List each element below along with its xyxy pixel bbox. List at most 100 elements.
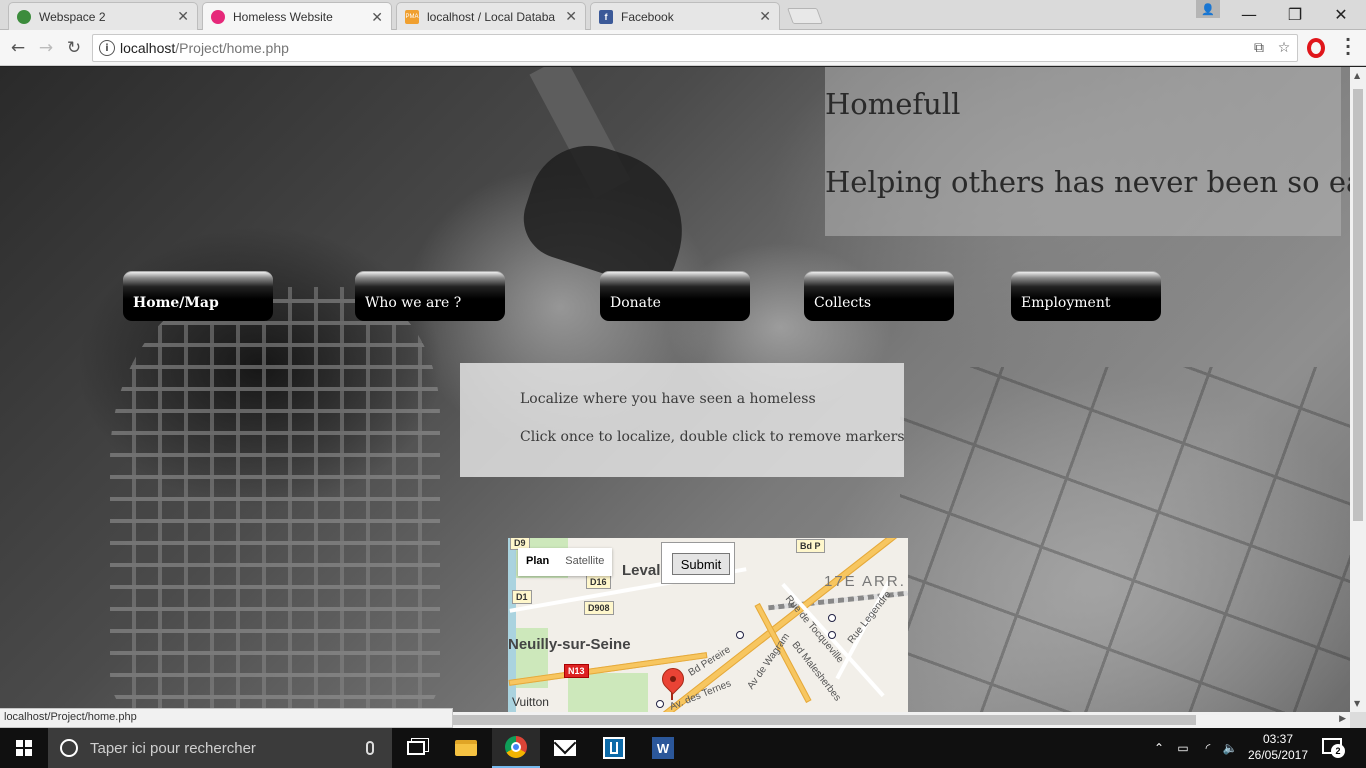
search-placeholder: Taper ici pour rechercher <box>90 739 256 757</box>
google-map[interactable]: Levallois Neuilly-sur-Seine 17E ARR. Vui… <box>508 538 908 712</box>
instructions-panel: Localize where you have seen a homeless … <box>460 363 905 477</box>
clock-time: 03:37 <box>1262 732 1294 746</box>
scroll-right-icon[interactable]: ▶ <box>1339 714 1346 724</box>
scroll-up-icon[interactable]: ▲ <box>1354 71 1360 80</box>
windows-taskbar: Taper ici pour rechercher W ⌃ ▭ ◜ 🔈 03:3… <box>0 728 1366 768</box>
wifi-icon[interactable]: ◜ <box>1198 728 1218 768</box>
map-type-satellite[interactable]: Satellite <box>557 548 612 576</box>
nav-who-we-are[interactable]: Who we are ? <box>355 271 505 321</box>
tab-title: Homeless Website <box>233 10 333 24</box>
vertical-scrollbar[interactable]: ▲ ▼ <box>1350 67 1366 712</box>
minimize-button[interactable]: — <box>1226 0 1272 28</box>
task-view-icon <box>407 741 425 755</box>
word-icon: W <box>652 737 674 759</box>
notification-badge: 2 <box>1331 744 1345 758</box>
close-icon[interactable]: ✕ <box>565 8 577 25</box>
mail-button[interactable] <box>541 728 589 768</box>
map-label-vuitton: Vuitton <box>512 695 549 709</box>
new-tab-button[interactable] <box>787 8 823 24</box>
tab-title: localhost / Local Databa <box>427 9 556 24</box>
scrollbar-corner <box>1350 712 1366 728</box>
nav-employment[interactable]: Employment <box>1011 271 1161 321</box>
scroll-down-icon[interactable]: ▼ <box>1354 699 1360 708</box>
facebook-icon: f <box>599 9 613 24</box>
chrome-button[interactable] <box>492 728 540 768</box>
map-type-control: Plan Satellite <box>518 548 613 576</box>
opera-extension-icon[interactable] <box>1307 38 1325 58</box>
app-icon <box>603 737 625 759</box>
metro-station-icon <box>828 631 836 639</box>
road-shield: D908 <box>584 601 614 615</box>
road-shield: Bd P <box>796 539 825 553</box>
background-photo-pavement <box>900 367 1350 712</box>
battery-icon[interactable]: ▭ <box>1172 728 1194 768</box>
nav-home-map[interactable]: Home/Map <box>123 271 273 321</box>
site-header: Homefull Helping others has never been s… <box>825 67 1350 236</box>
close-window-button[interactable]: ✕ <box>1318 0 1364 28</box>
app-button[interactable] <box>590 728 638 768</box>
back-arrow-icon[interactable]: ← <box>8 38 28 58</box>
show-hidden-icons-chevron-icon[interactable]: ⌃ <box>1150 728 1168 768</box>
map-label-neuilly: Neuilly-sur-Seine <box>508 636 631 653</box>
info-icon[interactable]: i <box>99 40 115 56</box>
forward-arrow-icon[interactable]: → <box>36 38 56 58</box>
start-button[interactable] <box>0 728 48 768</box>
map-label-17e: 17E ARR. <box>824 573 906 590</box>
taskbar-clock[interactable]: 03:37 26/05/2017 <box>1240 731 1316 763</box>
url-host: localhost <box>120 40 176 56</box>
word-button[interactable]: W <box>639 728 687 768</box>
file-explorer-button[interactable] <box>442 728 490 768</box>
close-icon[interactable]: ✕ <box>759 8 771 25</box>
taskbar-search[interactable]: Taper ici pour rechercher <box>48 728 392 768</box>
instructions-line-2: Click once to localize, double click to … <box>520 429 905 445</box>
address-bar[interactable]: i localhost/Project/home.php ⧉ ☆ <box>92 34 1298 62</box>
mail-icon <box>554 740 576 756</box>
background-photo-person <box>110 287 440 712</box>
reload-icon[interactable]: ↻ <box>64 38 84 58</box>
profile-icon[interactable]: 👤 <box>1196 0 1220 18</box>
cortana-icon <box>60 739 78 757</box>
microphone-icon[interactable] <box>366 741 374 755</box>
close-icon[interactable]: ✕ <box>371 9 383 26</box>
tab-facebook[interactable]: f Facebook ✕ <box>590 2 780 30</box>
close-icon[interactable]: ✕ <box>177 8 189 25</box>
tab-homeless-website[interactable]: Homeless Website ✕ <box>202 2 392 31</box>
map-park <box>568 673 648 712</box>
horizontal-scrollbar[interactable]: ▶ <box>453 712 1350 728</box>
road-shield: D1 <box>512 590 532 604</box>
task-view-button[interactable] <box>392 728 440 768</box>
restore-button[interactable]: ❐ <box>1272 0 1318 28</box>
star-icon[interactable]: ☆ <box>1276 40 1292 56</box>
volume-icon[interactable]: 🔈 <box>1220 728 1240 768</box>
map-type-plan[interactable]: Plan <box>518 548 557 576</box>
folder-icon <box>455 740 477 756</box>
scrollbar-thumb[interactable] <box>453 715 1196 725</box>
globe-icon <box>17 9 31 24</box>
translate-icon[interactable]: ⧉ <box>1251 40 1267 56</box>
windows-logo-icon <box>16 740 32 756</box>
page-viewport: Homefull Helping others has never been s… <box>0 67 1350 712</box>
map-marker-icon[interactable] <box>657 663 689 695</box>
chrome-icon <box>505 736 527 758</box>
metro-station-icon <box>828 614 836 622</box>
menu-icon[interactable]: · · · <box>1342 32 1354 62</box>
site-title: Homefull <box>825 87 961 121</box>
tab-title: Webspace 2 <box>39 9 106 24</box>
nav-donate[interactable]: Donate <box>600 271 750 321</box>
tab-title: Facebook <box>621 9 674 24</box>
url-path: /Project/home.php <box>175 40 289 56</box>
tab-webspace[interactable]: Webspace 2 ✕ <box>8 2 198 30</box>
instructions-line-1: Localize where you have seen a homeless <box>520 391 816 407</box>
browser-tab-strip: Webspace 2 ✕ Homeless Website ✕ PMA loca… <box>0 0 1366 31</box>
site-favicon-icon <box>211 10 225 24</box>
status-bar-url: localhost/Project/home.php <box>0 708 453 728</box>
tab-phpmyadmin[interactable]: PMA localhost / Local Databa ✕ <box>396 2 586 30</box>
submit-button[interactable]: Submit <box>672 553 730 575</box>
background-photo-cap <box>513 130 703 294</box>
scrollbar-thumb[interactable] <box>1353 89 1363 521</box>
metro-station-icon <box>736 631 744 639</box>
browser-toolbar: ← → ↻ i localhost/Project/home.php ⧉ ☆ ·… <box>0 30 1366 66</box>
metro-station-icon <box>656 700 664 708</box>
nav-collects[interactable]: Collects <box>804 271 954 321</box>
url-text[interactable]: localhost/Project/home.php <box>120 40 289 56</box>
